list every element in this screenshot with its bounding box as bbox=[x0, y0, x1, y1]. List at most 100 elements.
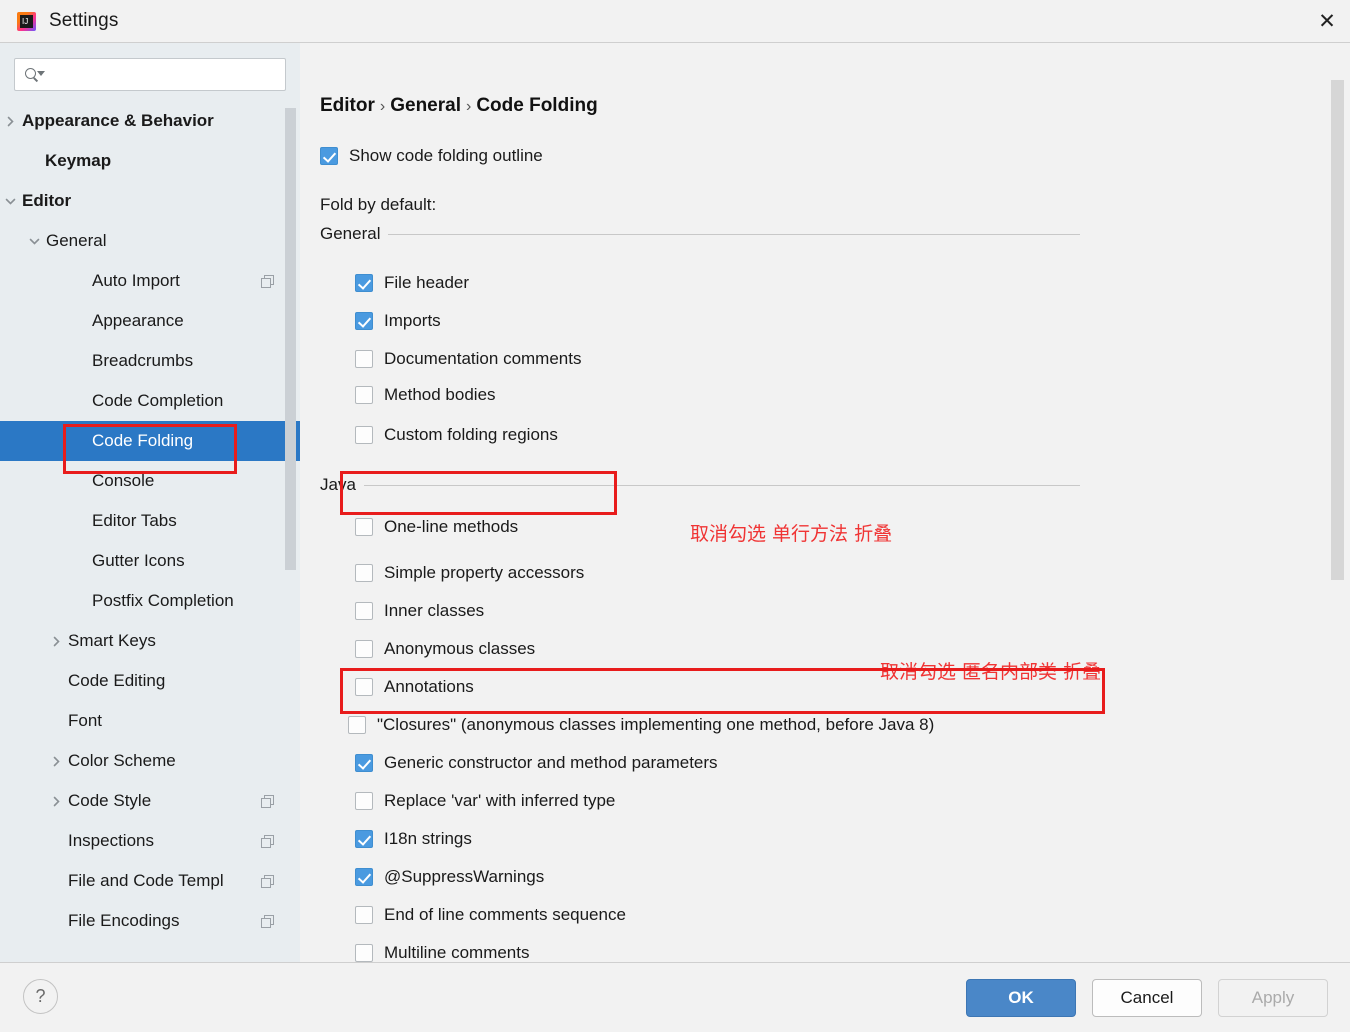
sidebar-item-smart-keys[interactable]: Smart Keys bbox=[0, 621, 300, 661]
checkbox-row-show-code-folding-outline[interactable]: Show code folding outline bbox=[320, 146, 543, 166]
cancel-button[interactable]: Cancel bbox=[1092, 979, 1202, 1017]
chevron-right-icon[interactable] bbox=[45, 750, 67, 772]
sidebar-item-file-encodings[interactable]: File Encodings bbox=[0, 901, 300, 941]
sidebar-item-label: Console bbox=[92, 471, 155, 490]
checkbox-replace-var-with-inferred-type[interactable] bbox=[355, 792, 373, 810]
checkbox-annotations[interactable] bbox=[355, 678, 373, 696]
sidebar-item-inspections[interactable]: Inspections bbox=[0, 821, 300, 861]
checkbox-inner-classes[interactable] bbox=[355, 602, 373, 620]
checkbox-multiline-comments[interactable] bbox=[355, 944, 373, 962]
sidebar-item-label: Breadcrumbs bbox=[92, 351, 194, 370]
sidebar-item-label: General bbox=[46, 231, 107, 250]
sidebar-item-code-editing[interactable]: Code Editing bbox=[0, 661, 300, 701]
checkbox-simple-property-accessors[interactable] bbox=[355, 564, 373, 582]
settings-tree: Appearance & Behavior Keymap Editor General… bbox=[0, 101, 300, 941]
sidebar-item-label: Code Folding bbox=[92, 431, 194, 450]
checkbox-row-documentation-comments[interactable]: Documentation comments bbox=[355, 349, 581, 369]
checkbox-row-annotations[interactable]: Annotations bbox=[355, 677, 474, 697]
sidebar-item-editor[interactable]: Editor bbox=[0, 181, 300, 221]
checkbox-row-simple-property-accessors[interactable]: Simple property accessors bbox=[355, 563, 584, 583]
checkbox-label-show-code-folding-outline: Show code folding outline bbox=[349, 146, 543, 165]
chevron-down-icon[interactable] bbox=[0, 190, 21, 212]
sidebar-item-label: Auto Import bbox=[92, 271, 180, 290]
breadcrumb-editor[interactable]: Editor bbox=[320, 95, 375, 116]
checkbox-closures-anonymous-classes-implementing-[interactable] bbox=[348, 716, 366, 734]
copy-icon bbox=[261, 794, 274, 808]
sidebar-item-console[interactable]: Console bbox=[0, 461, 300, 501]
sidebar-item-breadcrumbs[interactable]: Breadcrumbs bbox=[0, 341, 300, 381]
group-title: Java bbox=[320, 475, 356, 494]
sidebar-item-keymap[interactable]: Keymap bbox=[0, 141, 300, 181]
checkbox-row-closures-anonymous-classes-implementing-[interactable]: "Closures" (anonymous classes implementi… bbox=[348, 715, 934, 735]
checkbox-label-method-bodies: Method bodies bbox=[384, 385, 496, 404]
chevron-right-icon[interactable] bbox=[45, 630, 67, 652]
sidebar-scrollbar-thumb[interactable] bbox=[285, 108, 296, 570]
checkbox-i18n-strings[interactable] bbox=[355, 830, 373, 848]
checkbox-generic-constructor-and-method-parameter[interactable] bbox=[355, 754, 373, 772]
sidebar-item-appearance-behavior[interactable]: Appearance & Behavior bbox=[0, 101, 300, 141]
checkbox-row-file-header[interactable]: File header bbox=[355, 273, 469, 293]
checkbox-label-i18n-strings: I18n strings bbox=[384, 829, 472, 848]
checkbox-row-one-line-methods[interactable]: One-line methods bbox=[355, 517, 518, 537]
checkbox-row-suppresswarnings[interactable]: @SuppressWarnings bbox=[355, 867, 544, 887]
checkbox-imports[interactable] bbox=[355, 312, 373, 330]
sidebar-item-postfix-completion[interactable]: Postfix Completion bbox=[0, 581, 300, 621]
checkbox-file-header[interactable] bbox=[355, 274, 373, 292]
fold-by-default-label: Fold by default: bbox=[320, 195, 437, 214]
ok-button[interactable]: OK bbox=[966, 979, 1076, 1017]
sidebar-item-label: Postfix Completion bbox=[92, 591, 234, 610]
checkbox-suppresswarnings[interactable] bbox=[355, 868, 373, 886]
search-input[interactable] bbox=[47, 66, 285, 83]
sidebar-item-appearance[interactable]: Appearance bbox=[0, 301, 300, 341]
chevron-right-icon[interactable] bbox=[45, 790, 67, 812]
sidebar-item-gutter-icons[interactable]: Gutter Icons bbox=[0, 541, 300, 581]
checkbox-label-annotations: Annotations bbox=[384, 677, 474, 696]
sidebar-item-font[interactable]: Font bbox=[0, 701, 300, 741]
checkbox-row-custom-folding-regions[interactable]: Custom folding regions bbox=[355, 425, 558, 445]
checkbox-label-end-of-line-comments-sequence: End of line comments sequence bbox=[384, 905, 626, 924]
checkbox-row-multiline-comments[interactable]: Multiline comments bbox=[355, 943, 530, 962]
sidebar-item-auto-import[interactable]: Auto Import bbox=[0, 261, 300, 301]
copy-icon bbox=[261, 914, 274, 928]
sidebar-item-label: Editor Tabs bbox=[92, 511, 177, 530]
checkbox-label-custom-folding-regions: Custom folding regions bbox=[384, 425, 558, 444]
checkbox-row-inner-classes[interactable]: Inner classes bbox=[355, 601, 484, 621]
checkbox-row-imports[interactable]: Imports bbox=[355, 311, 441, 331]
checkbox-row-generic-constructor-and-method-parameter[interactable]: Generic constructor and method parameter… bbox=[355, 753, 718, 773]
sidebar-item-code-folding[interactable]: Code Folding bbox=[0, 421, 300, 461]
checkbox-row-end-of-line-comments-sequence[interactable]: End of line comments sequence bbox=[355, 905, 626, 925]
intellij-idea-icon: IJ bbox=[17, 11, 36, 31]
sidebar-item-code-completion[interactable]: Code Completion bbox=[0, 381, 300, 421]
sidebar-item-editor-tabs[interactable]: Editor Tabs bbox=[0, 501, 300, 541]
checkbox-end-of-line-comments-sequence[interactable] bbox=[355, 906, 373, 924]
checkbox-label-simple-property-accessors: Simple property accessors bbox=[384, 563, 585, 582]
checkbox-custom-folding-regions[interactable] bbox=[355, 426, 373, 444]
sidebar-item-label: Keymap bbox=[45, 151, 112, 170]
checkbox-show-code-folding-outline[interactable] bbox=[320, 147, 338, 165]
sidebar-item-general[interactable]: General bbox=[0, 221, 300, 261]
checkbox-row-replace-var-with-inferred-type[interactable]: Replace 'var' with inferred type bbox=[355, 791, 615, 811]
search-box[interactable] bbox=[14, 58, 286, 91]
sidebar-item-code-style[interactable]: Code Style bbox=[0, 781, 300, 821]
close-icon[interactable]: ✕ bbox=[1304, 0, 1350, 42]
checkbox-row-anonymous-classes[interactable]: Anonymous classes bbox=[355, 639, 535, 659]
chevron-down-icon[interactable] bbox=[23, 230, 45, 252]
checkbox-label-multiline-comments: Multiline comments bbox=[384, 943, 530, 962]
checkbox-label-inner-classes: Inner classes bbox=[384, 601, 485, 620]
checkbox-row-method-bodies[interactable]: Method bodies bbox=[355, 385, 496, 405]
checkbox-documentation-comments[interactable] bbox=[355, 350, 373, 368]
checkbox-row-i18n-strings[interactable]: I18n strings bbox=[355, 829, 472, 849]
checkbox-method-bodies[interactable] bbox=[355, 386, 373, 404]
help-button[interactable]: ? bbox=[23, 979, 58, 1014]
sidebar-item-color-scheme[interactable]: Color Scheme bbox=[0, 741, 300, 781]
checkbox-anonymous-classes[interactable] bbox=[355, 640, 373, 658]
chevron-right-icon[interactable] bbox=[0, 110, 21, 132]
checkbox-one-line-methods[interactable] bbox=[355, 518, 373, 536]
annotation-one-line-methods: 取消勾选 单行方法 折叠 bbox=[690, 523, 893, 545]
sidebar-item-label: Appearance & Behavior bbox=[22, 111, 214, 130]
main-scrollbar-thumb[interactable] bbox=[1331, 80, 1344, 580]
settings-dialog: IJ Settings ✕ Appearance & Behavior Keyma… bbox=[0, 0, 1350, 1032]
sidebar-item-file-and-code-templ[interactable]: File and Code Templ bbox=[0, 861, 300, 901]
checkbox-label-replace-var-with-inferred-type: Replace 'var' with inferred type bbox=[384, 791, 616, 810]
breadcrumb-general[interactable]: General bbox=[390, 95, 461, 116]
